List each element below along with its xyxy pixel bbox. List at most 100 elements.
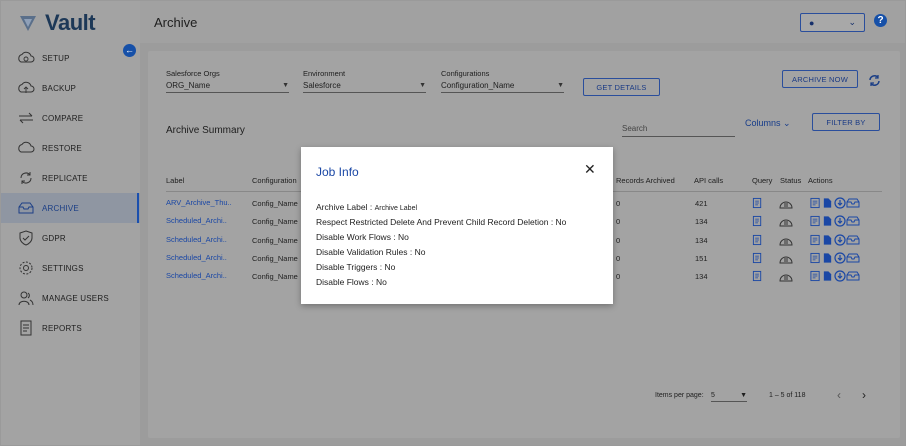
user-menu-button[interactable]: ● ⌄ — [800, 13, 865, 32]
file-icon[interactable] — [822, 269, 834, 281]
next-page-button[interactable]: › — [862, 388, 866, 402]
job-info-dialog: Job Info ✕ Archive Label : Archive Label… — [301, 147, 613, 304]
sidebar-item-label: REPORTS — [42, 323, 82, 333]
sidebar-item-label: MANAGE USERS — [42, 293, 109, 303]
view-icon[interactable] — [810, 214, 822, 227]
sidebar-item-archive[interactable]: ARCHIVE — [1, 193, 140, 223]
col-header-records-archived: Records Archived — [616, 176, 675, 185]
sidebar-item-compare[interactable]: COMPARE — [1, 103, 140, 133]
get-details-button[interactable]: GET DETAILS — [583, 78, 660, 96]
sidebar-item-label: REPLICATE — [42, 173, 88, 183]
sidebar-item-label: SETUP — [42, 53, 70, 63]
file-icon[interactable] — [822, 233, 834, 245]
row-config: Config_Name — [252, 199, 298, 208]
status-icon — [779, 197, 793, 209]
sidebar-item-restore[interactable]: RESTORE — [1, 133, 140, 163]
vault-logo-icon — [20, 16, 36, 31]
file-icon[interactable] — [822, 214, 834, 226]
replicate-icon — [17, 169, 35, 187]
help-icon[interactable]: ? — [874, 14, 887, 27]
file-icon[interactable] — [822, 251, 834, 263]
filter-by-button[interactable]: FILTER BY — [812, 113, 880, 131]
row-label-link[interactable]: Scheduled_Archi.. — [166, 253, 227, 262]
row-label-link[interactable]: ARV_Archive_Thu.. — [166, 198, 232, 207]
person-icon: ● — [809, 17, 815, 28]
sidebar-item-settings[interactable]: SETTINGS — [1, 253, 140, 283]
row-label-link[interactable]: Scheduled_Archi.. — [166, 235, 227, 244]
download-icon[interactable] — [834, 214, 846, 227]
file-icon[interactable] — [822, 196, 834, 208]
columns-button[interactable]: Columns ⌄ — [745, 118, 791, 129]
archive-label-key: Archive Label : — [316, 202, 373, 212]
previous-page-button[interactable]: ‹ — [837, 388, 841, 402]
row-label-link[interactable]: Scheduled_Archi.. — [166, 271, 227, 280]
archive-label-line: Archive Label : Archive Label — [316, 202, 417, 212]
caret-down-icon: ▼ — [740, 391, 747, 399]
row-label-link[interactable]: Scheduled_Archi.. — [166, 216, 227, 225]
view-icon[interactable] — [810, 233, 822, 246]
configurations-select[interactable]: Configuration_Name ▼ — [441, 79, 564, 93]
columns-label: Columns — [745, 118, 781, 128]
download-icon[interactable] — [834, 269, 846, 282]
archive-icon — [17, 199, 35, 217]
close-icon[interactable]: ✕ — [584, 161, 596, 178]
download-icon[interactable] — [834, 233, 846, 246]
app-window: Vault ← SETUP BACKUP COMPARE RESTORE REP… — [0, 0, 906, 446]
orgs-select[interactable]: ORG_Name ▼ — [166, 79, 289, 93]
row-api-calls: 134 — [695, 272, 708, 281]
sidebar-item-setup[interactable]: SETUP — [1, 43, 140, 73]
row-api-calls: 134 — [695, 236, 708, 245]
download-icon[interactable] — [834, 196, 846, 209]
archive-now-button[interactable]: ARCHIVE NOW — [782, 70, 858, 88]
caret-down-icon: ▼ — [419, 82, 426, 89]
query-icon[interactable] — [752, 269, 764, 282]
archive-icon[interactable] — [846, 196, 860, 208]
cloud-upload-icon — [17, 79, 35, 97]
dialog-title: Job Info — [316, 165, 359, 179]
query-icon[interactable] — [752, 196, 764, 209]
gear-icon — [17, 259, 35, 277]
query-icon[interactable] — [752, 251, 764, 264]
row-records: 0 — [616, 272, 621, 281]
archive-icon[interactable] — [846, 251, 860, 263]
disable-validation-rules-line: Disable Validation Rules : No — [316, 247, 426, 257]
col-header-api-calls: API calls — [694, 176, 724, 185]
cloud-restore-icon — [17, 139, 35, 157]
archive-icon[interactable] — [846, 233, 860, 245]
query-icon[interactable] — [752, 233, 764, 246]
environment-select[interactable]: Salesforce ▼ — [303, 79, 426, 93]
row-config: Config_Name — [252, 272, 298, 281]
sidebar-item-backup[interactable]: BACKUP — [1, 73, 140, 103]
row-records: 0 — [616, 199, 621, 208]
sidebar-item-reports[interactable]: REPORTS — [1, 313, 140, 343]
download-icon[interactable] — [834, 251, 846, 264]
archive-icon[interactable] — [846, 269, 860, 281]
compare-arrows-icon — [17, 109, 35, 127]
sidebar-item-label: RESTORE — [42, 143, 82, 153]
sidebar-item-replicate[interactable]: REPLICATE — [1, 163, 140, 193]
archive-icon[interactable] — [846, 214, 860, 226]
col-header-actions: Actions — [808, 176, 833, 185]
query-icon[interactable] — [752, 214, 764, 227]
report-icon — [17, 319, 35, 337]
page-range: 1 – 5 of 118 — [769, 392, 806, 399]
logo: Vault — [17, 10, 96, 36]
status-icon — [779, 270, 793, 282]
search-placeholder: Search — [622, 124, 648, 133]
items-per-page-select[interactable]: 5 ▼ — [711, 389, 747, 402]
archive-summary-title: Archive Summary — [166, 125, 245, 136]
view-icon[interactable] — [810, 196, 822, 209]
sidebar-item-gdpr[interactable]: GDPR — [1, 223, 140, 253]
chevron-down-icon: ⌄ — [848, 17, 856, 27]
sidebar-item-manage-users[interactable]: MANAGE USERS — [1, 283, 140, 313]
view-icon[interactable] — [810, 251, 822, 264]
refresh-icon[interactable] — [868, 74, 881, 87]
items-per-page-value: 5 — [711, 391, 715, 399]
sidebar-nav: SETUP BACKUP COMPARE RESTORE REPLICATE A… — [1, 43, 140, 343]
view-icon[interactable] — [810, 269, 822, 282]
search-input[interactable]: Search — [622, 121, 735, 137]
row-api-calls: 421 — [695, 199, 708, 208]
chevron-down-icon: ⌄ — [783, 118, 791, 128]
sidebar-item-label: GDPR — [42, 233, 66, 243]
row-config: Config_Name — [252, 254, 298, 263]
